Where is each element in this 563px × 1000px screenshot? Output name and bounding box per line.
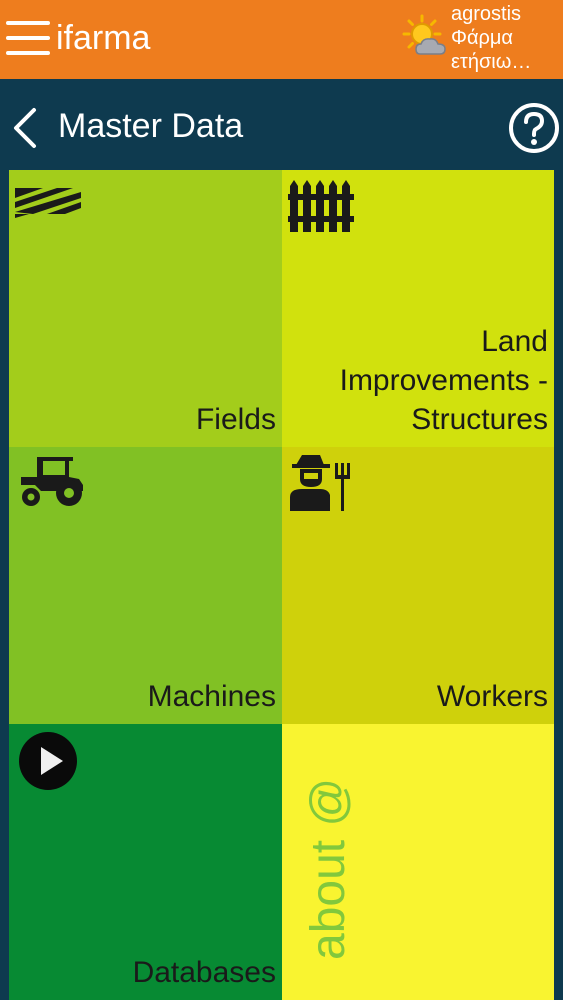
tile-label: Land Improvements - Structures <box>339 325 548 436</box>
farm-subtitle: Φάρμα <box>451 27 513 49</box>
tile-land-improvements[interactable]: Land Improvements - Structures <box>282 170 554 447</box>
tile-label: Workers <box>436 680 548 713</box>
about-label: about @ <box>302 778 355 960</box>
weather-partly-cloudy-icon <box>402 14 446 55</box>
help-icon[interactable] <box>508 102 560 154</box>
tile-fields[interactable]: Fields <box>9 170 282 447</box>
farm-info[interactable]: agrostis Φάρμα ετήσιω… <box>451 2 559 74</box>
farmer-icon <box>290 455 350 511</box>
fence-icon <box>288 180 354 232</box>
tile-about[interactable]: about @ <box>282 724 554 1000</box>
tractor-icon <box>21 457 83 506</box>
field-rows-icon <box>15 188 81 218</box>
top-bar: ifarma agrostis Φάρμα ετήσιω… <box>0 0 563 79</box>
play-icon <box>19 732 77 790</box>
farm-name: agrostis <box>451 3 522 25</box>
tile-label: Fields <box>195 403 276 436</box>
page-title: Master Data <box>58 107 244 145</box>
tile-label: Machines <box>147 680 276 713</box>
app-name: ifarma <box>56 19 151 57</box>
menu-icon[interactable] <box>6 21 50 57</box>
farm-period: ετήσιω… <box>451 51 532 73</box>
tile-workers[interactable]: Workers <box>282 447 554 724</box>
back-chevron-icon[interactable] <box>10 106 40 150</box>
about-icon: about @ <box>302 778 355 960</box>
tile-machines[interactable]: Machines <box>9 447 282 724</box>
tile-databases[interactable]: Databases <box>9 724 282 1000</box>
tile-label: Databases <box>132 956 276 989</box>
